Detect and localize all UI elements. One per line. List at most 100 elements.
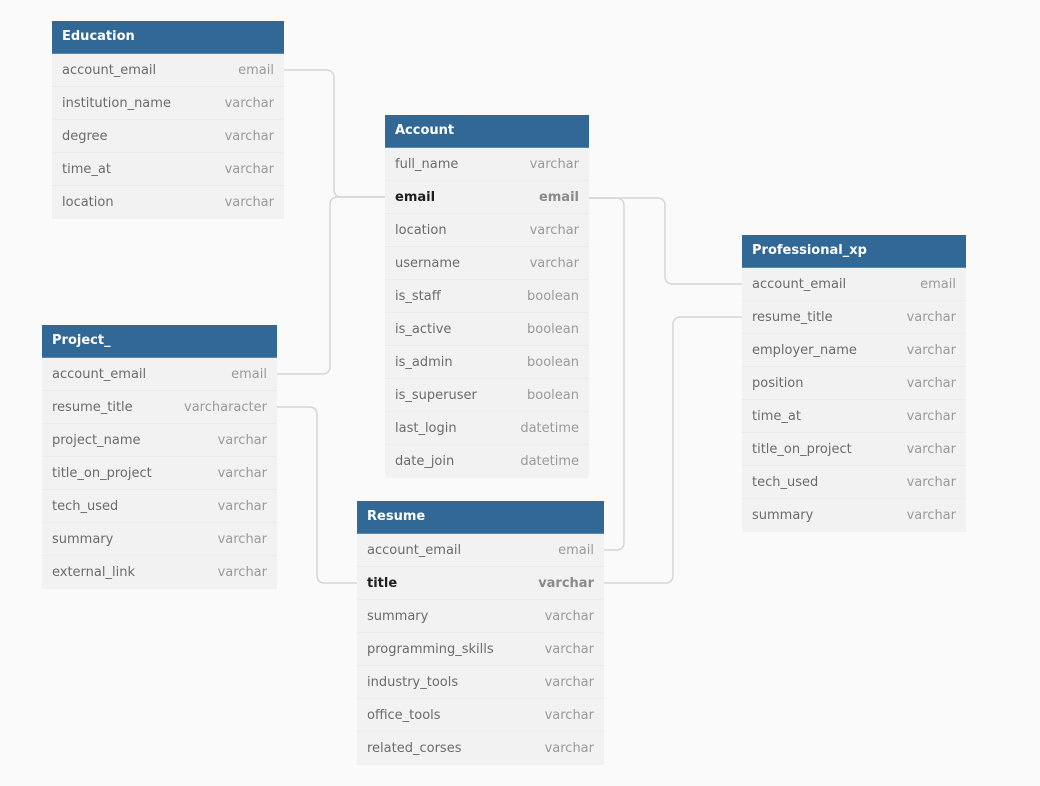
column-row[interactable]: account_email email xyxy=(42,358,277,391)
column-name: title xyxy=(367,575,398,591)
column-type: email xyxy=(558,542,594,558)
table-account[interactable]: Account full_name varcharemail email locati… xyxy=(385,115,589,478)
column-row[interactable]: full_name varchar xyxy=(385,148,589,181)
column-type: varchar xyxy=(224,128,274,144)
table-header[interactable]: Project_ xyxy=(42,325,277,358)
column-type: varchar xyxy=(906,441,956,457)
column-type: varchar xyxy=(529,156,579,172)
column-name: date_join xyxy=(395,454,455,469)
column-name: resume_title xyxy=(752,309,833,325)
column-type: varchar xyxy=(906,508,956,523)
column-name: summary xyxy=(52,531,114,547)
column-row[interactable]: resume_title varcharacter xyxy=(42,391,277,424)
column-row[interactable]: is_admin boolean xyxy=(385,346,589,379)
column-name: external_link xyxy=(52,565,135,580)
column-name: programming_skills xyxy=(367,641,494,657)
column-type: varchar xyxy=(217,565,267,580)
column-name: email xyxy=(395,189,436,205)
column-row[interactable]: location varchar xyxy=(52,186,284,219)
column-type: varchar xyxy=(544,641,594,657)
column-name: time_at xyxy=(752,408,801,424)
column-row[interactable]: account_email email xyxy=(742,268,966,301)
column-name: last_login xyxy=(395,420,457,436)
table-header[interactable]: Education xyxy=(52,21,284,54)
table-header[interactable]: Professional_xp xyxy=(742,235,966,268)
column-row[interactable]: time_at varchar xyxy=(742,400,966,433)
column-row[interactable]: summary varchar xyxy=(357,600,604,633)
column-name: degree xyxy=(62,128,108,144)
column-row[interactable]: location varchar xyxy=(385,214,589,247)
column-name: tech_used xyxy=(752,474,819,490)
column-type: varchar xyxy=(906,474,956,490)
column-type: varcharacter xyxy=(184,399,267,415)
column-type: varchar xyxy=(538,575,594,591)
column-row[interactable]: project_name varchar xyxy=(42,424,277,457)
column-type: varchar xyxy=(544,608,594,624)
column-name: summary xyxy=(367,608,429,624)
column-name: is_admin xyxy=(395,354,453,370)
column-row[interactable]: resume_title varchar xyxy=(742,301,966,334)
column-name: account_email xyxy=(367,542,462,558)
column-row[interactable]: account_email email xyxy=(52,54,284,87)
column-type: email xyxy=(538,189,579,205)
column-name: location xyxy=(62,195,114,210)
table-professional-xp[interactable]: Professional_xp account_email email resume… xyxy=(742,235,966,532)
column-type: varchar xyxy=(529,222,579,238)
connector-account-professional xyxy=(589,197,742,285)
column-name: location xyxy=(395,222,447,238)
column-name: institution_name xyxy=(62,95,171,111)
column-type: boolean xyxy=(527,321,579,337)
column-type: varchar xyxy=(544,707,594,723)
column-row[interactable]: email email xyxy=(385,181,589,214)
column-name: employer_name xyxy=(752,342,857,358)
column-row[interactable]: employer_name varchar xyxy=(742,334,966,367)
column-row[interactable]: date_join datetime xyxy=(385,445,589,478)
column-row[interactable]: account_email email xyxy=(357,534,604,567)
table-resume[interactable]: Resume account_email email title varchar sum… xyxy=(357,501,604,765)
column-row[interactable]: tech_used varchar xyxy=(742,466,966,499)
column-row[interactable]: office_tools varchar xyxy=(357,699,604,732)
column-row[interactable]: username varchar xyxy=(385,247,589,280)
column-row[interactable]: industry_tools varchar xyxy=(357,666,604,699)
column-type: varchar xyxy=(544,674,594,690)
column-type: datetime xyxy=(520,420,579,436)
column-name: username xyxy=(395,255,460,271)
column-row[interactable]: tech_used varchar xyxy=(42,490,277,523)
column-type: email xyxy=(231,366,267,382)
column-row[interactable]: is_staff boolean xyxy=(385,280,589,313)
column-type: varchar xyxy=(224,161,274,177)
table-header[interactable]: Resume xyxy=(357,501,604,534)
table-education[interactable]: Education account_email email institution_… xyxy=(52,21,284,219)
table-header[interactable]: Account xyxy=(385,115,589,148)
column-name: account_email xyxy=(62,62,157,78)
column-row[interactable]: title_on_project varchar xyxy=(42,457,277,490)
column-row[interactable]: position varchar xyxy=(742,367,966,400)
column-row[interactable]: is_superuser boolean xyxy=(385,379,589,412)
column-row[interactable]: external_link varchar xyxy=(42,556,277,589)
column-name: time_at xyxy=(62,161,111,177)
column-type: varchar xyxy=(217,498,267,514)
column-row[interactable]: related_corses varchar xyxy=(357,732,604,765)
connector-project-account xyxy=(277,196,386,375)
column-row[interactable]: programming_skills varchar xyxy=(357,633,604,666)
column-type: varchar xyxy=(217,465,267,481)
column-row[interactable]: summary varchar xyxy=(42,523,277,556)
column-row[interactable]: title_on_project varchar xyxy=(742,433,966,466)
column-name: title_on_project xyxy=(52,465,152,481)
column-type: email xyxy=(238,62,274,78)
column-row[interactable]: summary varchar xyxy=(742,499,966,532)
column-type: varchar xyxy=(224,95,274,111)
column-row[interactable]: last_login datetime xyxy=(385,412,589,445)
table-project[interactable]: Project_ account_email email resume_title v… xyxy=(42,325,277,589)
column-row[interactable]: title varchar xyxy=(357,567,604,600)
column-name: project_name xyxy=(52,432,141,448)
column-row[interactable]: is_active boolean xyxy=(385,313,589,346)
column-row[interactable]: institution_name varchar xyxy=(52,87,284,120)
column-type: boolean xyxy=(527,354,579,370)
column-row[interactable]: time_at varchar xyxy=(52,153,284,186)
column-name: account_email xyxy=(52,366,147,382)
column-type: datetime xyxy=(520,454,579,469)
column-type: boolean xyxy=(527,288,579,304)
column-row[interactable]: degree varchar xyxy=(52,120,284,153)
column-type: varchar xyxy=(529,255,579,271)
